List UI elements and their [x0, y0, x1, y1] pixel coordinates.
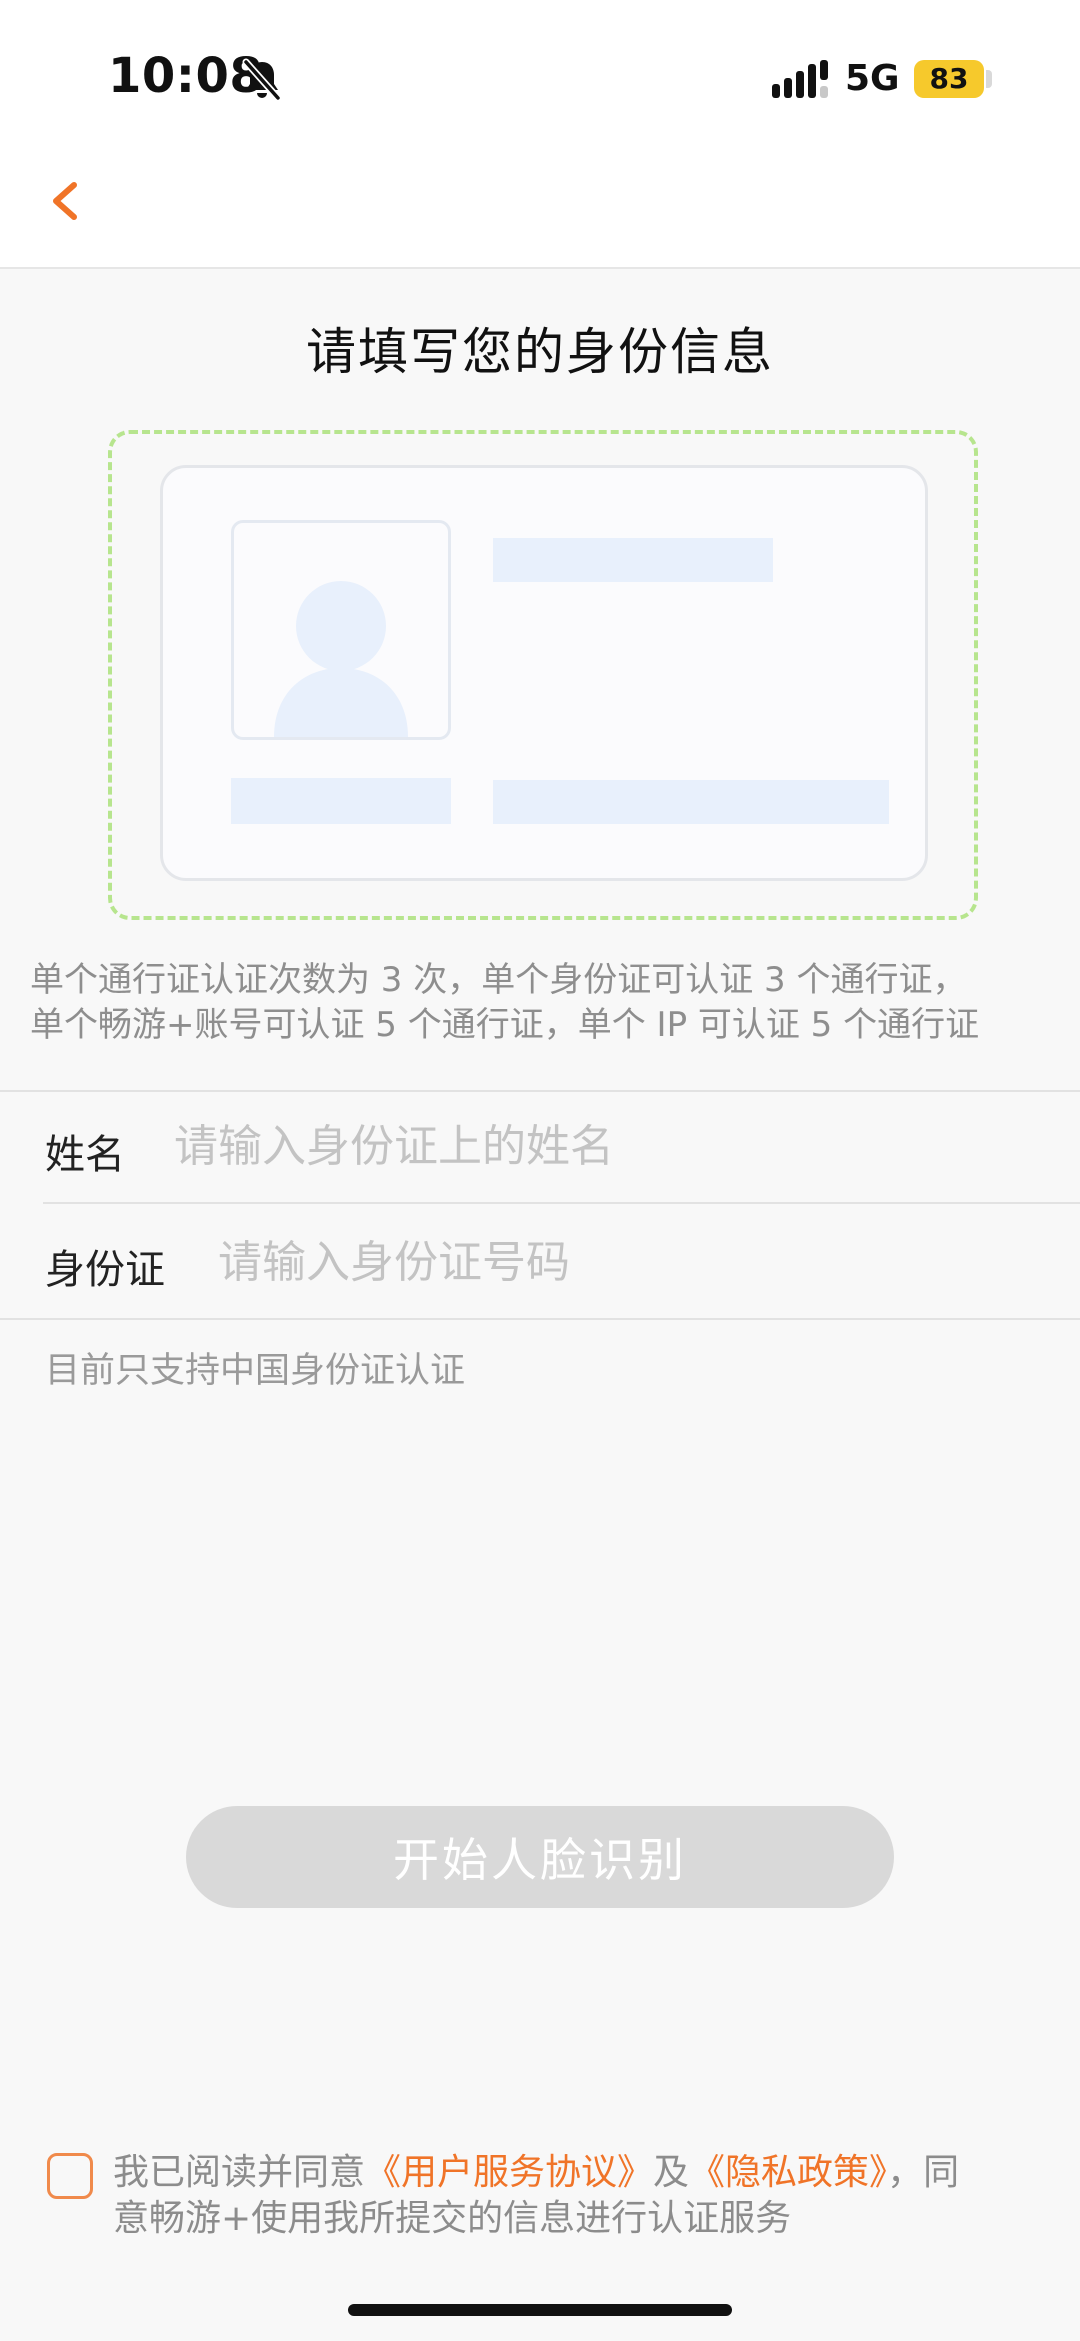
id-card-illustration [160, 465, 928, 881]
agreement-suffix: ，同 [887, 2152, 960, 2193]
id-placeholder-bar-bottom-right [493, 780, 889, 824]
network-label: 5G [845, 58, 900, 99]
privacy-policy-link[interactable]: 《隐私政策》 [689, 2152, 887, 2193]
divider [0, 1318, 1080, 1320]
agreement-and: 及 [653, 2152, 690, 2193]
divider [43, 1202, 1080, 1204]
id-photo-placeholder [231, 520, 451, 740]
bell-slash-icon [242, 58, 282, 102]
notice-line-1: 单个通行证认证次数为 3 次，单个身份证可认证 3 个通行证， [30, 960, 967, 1000]
id-number-input[interactable] [218, 1232, 1058, 1292]
agreement-checkbox[interactable] [47, 2153, 93, 2199]
start-face-recognition-button[interactable]: 开始人脸识别 [186, 1806, 894, 1908]
id-label: 身份证 [45, 1247, 165, 1293]
notice-line-2: 单个畅游+账号可认证 5 个通行证，单个 IP 可认证 5 个通行证 [30, 1005, 980, 1045]
divider [0, 1090, 1080, 1092]
signal-icon [772, 60, 828, 98]
page-title: 请填写您的身份信息 [306, 323, 774, 381]
agreement-prefix: 我已阅读并同意 [113, 2152, 366, 2193]
user-agreement-link[interactable]: 《用户服务协议》 [365, 2152, 653, 2193]
home-indicator[interactable] [348, 2304, 732, 2316]
id-placeholder-bar-top [493, 538, 773, 582]
name-label: 姓名 [45, 1132, 125, 1178]
battery-indicator: 83 [914, 60, 984, 98]
battery-tip [986, 70, 992, 88]
battery-level: 83 [929, 62, 969, 95]
status-time: 10:08 [108, 48, 264, 104]
header [0, 0, 1080, 269]
agreement-text: 我已阅读并同意《用户服务协议》及《隐私政策》，同 意畅游+使用我所提交的信息进行… [113, 2150, 1013, 2242]
verification-notice: 单个通行证认证次数为 3 次，单个身份证可认证 3 个通行证， 单个畅游+账号可… [30, 958, 1070, 1048]
id-placeholder-bar-bottom-left [231, 778, 451, 824]
chevron-left-icon[interactable] [40, 165, 90, 235]
person-icon [274, 581, 408, 737]
agreement-line-2: 意畅游+使用我所提交的信息进行认证服务 [113, 2198, 792, 2239]
id-support-note: 目前只支持中国身份证认证 [45, 1351, 466, 1391]
name-input[interactable] [174, 1116, 1054, 1176]
